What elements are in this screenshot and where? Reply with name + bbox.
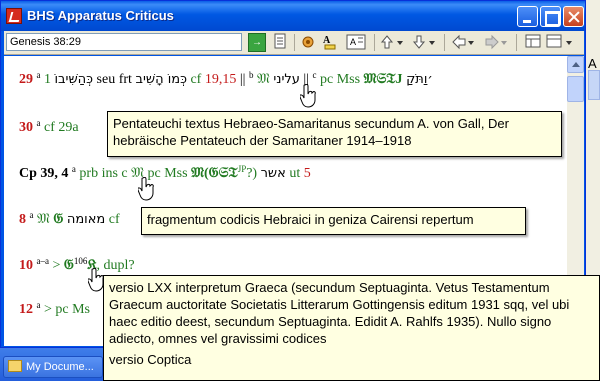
apparatus-entry-29: 29 a 1 כְּהַשִּׁיבוֹ seu frt כְּמוֹ הָשִ… bbox=[19, 70, 433, 88]
svg-text:A: A bbox=[323, 35, 331, 46]
siglum-septuagint[interactable]: 𝔊 bbox=[53, 212, 63, 227]
panel-icon[interactable] bbox=[546, 33, 576, 52]
taskbar-button-my-documents[interactable]: My Docume... bbox=[3, 356, 103, 378]
tooltip-coptic-text: versio Coptica bbox=[109, 352, 192, 367]
down-arrow-icon[interactable] bbox=[412, 33, 438, 52]
toolbar: → A A bbox=[4, 31, 584, 55]
cross-ref-link[interactable]: 5 bbox=[304, 166, 311, 181]
text-format-icon[interactable]: A bbox=[346, 33, 366, 52]
record-icon[interactable] bbox=[300, 33, 316, 52]
window-title: BHS Apparatus Criticus bbox=[27, 8, 174, 23]
note-letter: a bbox=[36, 70, 41, 80]
verse-ref[interactable]: 8 bbox=[19, 212, 26, 227]
note-text: prb ins c bbox=[79, 166, 128, 181]
close-button[interactable] bbox=[563, 6, 584, 27]
hebrew-text: מאומה bbox=[66, 212, 106, 227]
verse-ref[interactable]: 10 bbox=[19, 258, 33, 273]
note-letter: c bbox=[312, 70, 317, 80]
note-text: seu frt bbox=[96, 72, 132, 87]
note-letter: b bbox=[248, 70, 254, 80]
go-button[interactable]: → bbox=[248, 33, 266, 52]
siglum-geniza[interactable]: 𝔐 bbox=[37, 212, 50, 227]
font-size-icon[interactable]: A bbox=[322, 33, 338, 52]
separator: || bbox=[239, 72, 246, 87]
note-text: ut bbox=[289, 166, 301, 181]
desktop-partial-text: A bbox=[588, 56, 597, 71]
layout-icon[interactable] bbox=[524, 33, 542, 52]
apparatus-entry-30: 30 a cf 29a bbox=[19, 118, 79, 136]
verse-ref[interactable]: 29 bbox=[19, 72, 33, 87]
apparatus-entry-12: 12 a > pc Ms bbox=[19, 300, 90, 318]
hand-cursor-icon bbox=[88, 268, 104, 292]
note-letter: a bbox=[36, 300, 41, 310]
siglum-superscript: 106 bbox=[73, 256, 88, 266]
minimize-button[interactable] bbox=[517, 6, 538, 27]
reference-input[interactable] bbox=[6, 33, 242, 51]
document-icon[interactable] bbox=[272, 33, 288, 52]
hebrew-text: עליני bbox=[273, 72, 300, 87]
note-letter: a bbox=[71, 164, 76, 174]
note-text: > bbox=[52, 258, 61, 273]
note-text: ?) bbox=[246, 166, 258, 181]
tooltip-samaritan: Pentateuchi textus Hebraeo-Samaritanus s… bbox=[107, 111, 562, 157]
maximize-button[interactable] bbox=[540, 6, 561, 27]
siglum-superscript: JP bbox=[237, 164, 247, 174]
toolbar-separator bbox=[374, 34, 375, 51]
note-letter: a bbox=[29, 210, 34, 220]
back-arrow-icon[interactable] bbox=[451, 33, 477, 52]
svg-text:A: A bbox=[350, 37, 356, 47]
note-text: > pc Ms bbox=[44, 302, 91, 317]
note-letter: a bbox=[36, 118, 41, 128]
siglum-group[interactable]: 𝔐(𝔊𝔖𝔗 bbox=[191, 166, 238, 181]
scroll-up-button[interactable] bbox=[567, 56, 584, 73]
chapter-verse-ref[interactable]: Cp 39, 4 bbox=[19, 166, 68, 181]
apparatus-entry-39-4: Cp 39, 4 a prb ins c 𝔐 pc Mss 𝔐(𝔊𝔖𝔗JP?) … bbox=[19, 164, 311, 182]
tooltip-septuagint-text: versio LXX interpretum Graeca (secundum … bbox=[109, 280, 570, 346]
toolbar-separator bbox=[516, 34, 517, 51]
verse-ref[interactable]: 30 bbox=[19, 120, 33, 135]
note-text[interactable]: cf 29a bbox=[44, 120, 79, 135]
tooltip-septuagint-coptic: versio LXX interpretum Graeca (secundum … bbox=[103, 275, 600, 381]
hebrew-text: כְּהַשִּׁיבוֹ bbox=[54, 72, 94, 87]
tooltip-geniza: fragmentum codicis Hebraici in geniza Ca… bbox=[141, 207, 526, 235]
hand-cursor-icon bbox=[138, 177, 154, 201]
hebrew-text: אשר bbox=[260, 166, 286, 181]
toolbar-separator bbox=[444, 34, 445, 51]
scroll-thumb[interactable] bbox=[567, 76, 584, 102]
apparatus-entry-8: 8 a 𝔐 𝔊 מאומה cf bbox=[19, 210, 120, 228]
siglum-samaritan[interactable]: 𝔐 bbox=[257, 72, 270, 87]
siglum-septuagint[interactable]: 𝔊 bbox=[64, 258, 74, 273]
cross-ref-link[interactable]: 19,15 bbox=[205, 72, 237, 87]
note-letter: a–a bbox=[36, 256, 50, 266]
title-bar[interactable]: BHS Apparatus Criticus bbox=[1, 1, 585, 31]
desktop-scrollbar[interactable] bbox=[588, 70, 600, 100]
app-icon[interactable] bbox=[6, 8, 22, 24]
apparatus-entry-10: 10 a–a > 𝔊106𝔎, dupl? bbox=[19, 256, 135, 274]
taskbar-button-label: My Docume... bbox=[26, 361, 94, 373]
hand-cursor-icon bbox=[300, 84, 316, 108]
folder-icon bbox=[8, 360, 22, 372]
note-number: 1 bbox=[44, 72, 51, 87]
note-text: pc Mss bbox=[320, 72, 361, 87]
verse-ref[interactable]: 12 bbox=[19, 302, 33, 317]
hebrew-text: ׳וַתֹּקַ bbox=[406, 72, 433, 87]
note-text: cf bbox=[190, 72, 202, 87]
hebrew-text: כְּמוֹ הָשִׁיב bbox=[135, 72, 187, 87]
siglum-group[interactable]: 𝔐𝔖𝔗J bbox=[364, 72, 403, 87]
toolbar-separator bbox=[294, 34, 295, 51]
forward-arrow-icon[interactable] bbox=[484, 33, 510, 52]
note-text: cf bbox=[108, 212, 120, 227]
up-arrow-icon[interactable] bbox=[380, 33, 406, 52]
